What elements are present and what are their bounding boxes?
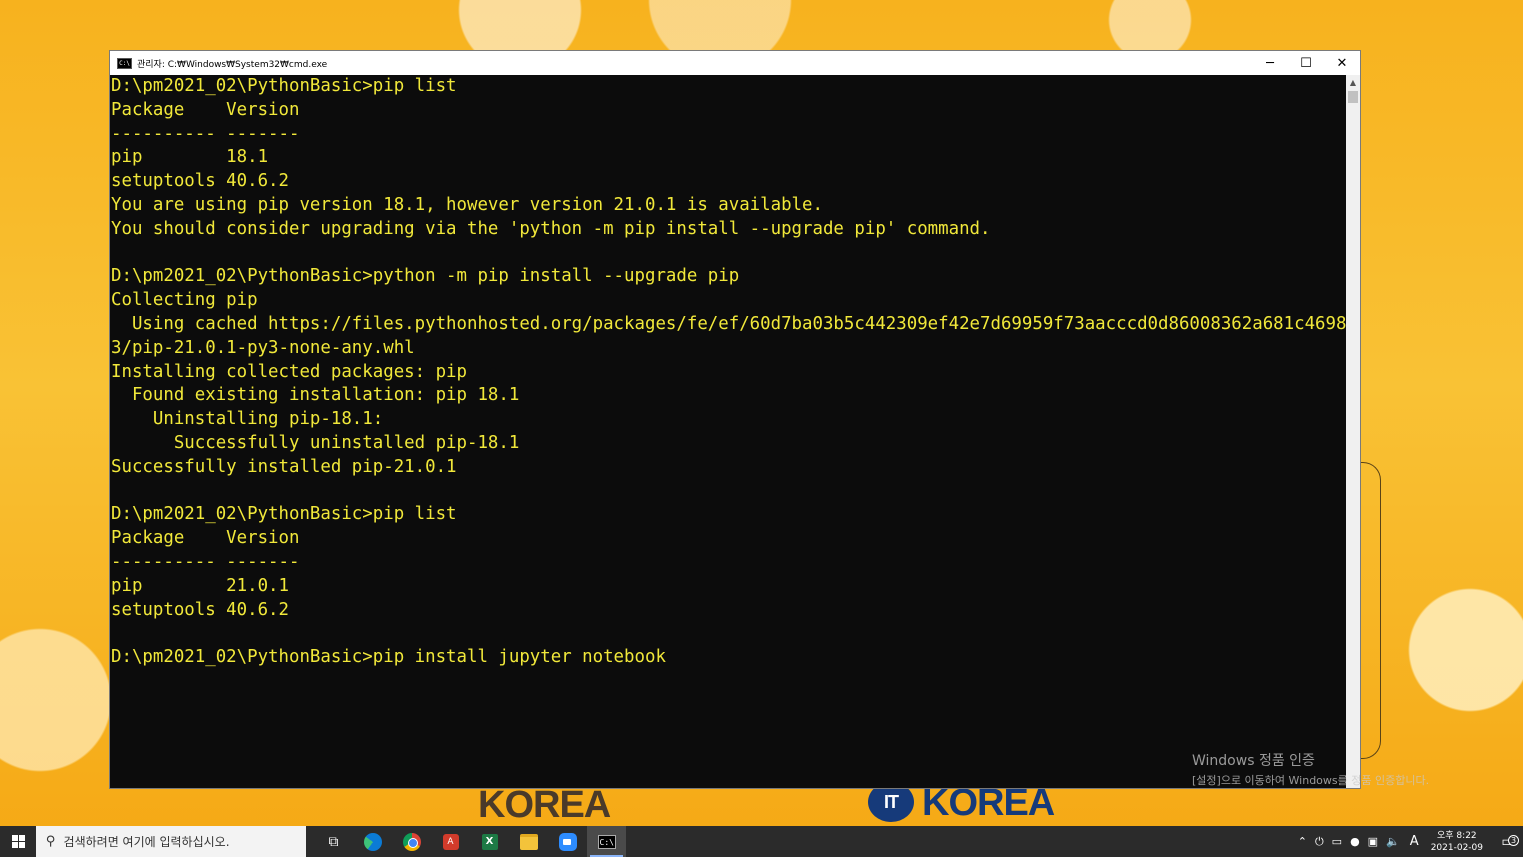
console-line: D:\pm2021_02\PythonBasic>pip list <box>111 504 457 525</box>
console-line: Package Version <box>111 528 300 549</box>
maximize-button[interactable]: ☐ <box>1288 51 1324 75</box>
taskbar: ⚲ 검색하려면 여기에 입력하십시오. ⧉ A X C:\ ⌃ ⏻ ▭ ● ▣ … <box>0 826 1523 857</box>
clock-date: 2021-02-09 <box>1430 842 1483 853</box>
console-line: Found existing installation: pip 18.1 <box>111 385 520 406</box>
console-line: ---------- ------- <box>111 551 300 572</box>
chrome-icon <box>402 832 421 851</box>
console-line: You should consider upgrading via the 'p… <box>111 218 991 239</box>
zoom-icon <box>558 832 577 851</box>
cmd-window-icon[interactable]: C:\ <box>117 57 132 69</box>
scroll-up-arrow-icon[interactable]: ▲ <box>1346 75 1360 89</box>
windows-logo-icon <box>11 835 25 848</box>
console-line: Successfully installed pip-21.0.1 <box>111 456 457 477</box>
watermark-subtitle: [설정]으로 이동하여 Windows를 정품 인증합니다. <box>1192 774 1430 787</box>
console-line: pip 18.1 <box>111 147 269 168</box>
cmd-window[interactable]: C:\ 관리자: C:₩Windows₩System32₩cmd.exe ─ ☐… <box>109 50 1361 789</box>
task-view-button[interactable]: ⧉ <box>314 826 353 857</box>
console-line: Installing collected packages: pip <box>111 361 467 382</box>
network-icon[interactable]: ▣ <box>1368 835 1378 848</box>
excel-icon: X <box>481 833 498 850</box>
taskbar-app-excel[interactable]: X <box>470 826 509 857</box>
minimize-button[interactable]: ─ <box>1252 51 1288 75</box>
console-line: D:\pm2021_02\PythonBasic>python -m pip i… <box>111 266 740 287</box>
clock[interactable]: 오후 8:22 2021-02-09 <box>1431 830 1483 854</box>
taskbar-app-chrome[interactable] <box>392 826 431 857</box>
search-placeholder: 검색하려면 여기에 입력하십시오. <box>63 835 230 849</box>
console-line: setuptools 40.6.2 <box>111 599 289 620</box>
activation-watermark: Windows 정품 인증 [설정]으로 이동하여 Windows를 정품 인증… <box>1192 750 1429 788</box>
vertical-scrollbar[interactable]: ▲ <box>1346 75 1360 788</box>
console-line: Successfully uninstalled pip-18.1 <box>111 432 520 453</box>
volume-icon[interactable]: 🔈 <box>1386 835 1400 848</box>
brand-left-text: KOREA <box>478 784 611 826</box>
chevron-up-icon[interactable]: ⌃ <box>1298 835 1307 848</box>
console-line: ---------- ------- <box>111 123 300 144</box>
taskbar-app-file-explorer[interactable] <box>509 826 548 857</box>
notification-badge: 3 <box>1508 834 1519 846</box>
start-button[interactable] <box>0 826 36 857</box>
window-title: 관리자: C:₩Windows₩System32₩cmd.exe <box>137 59 328 70</box>
scroll-thumb[interactable] <box>1348 91 1358 103</box>
console-output[interactable]: D:\pm2021_02\PythonBasic>pip list Package… <box>110 75 1346 788</box>
notification-button[interactable]: ▭ 3 <box>1493 834 1523 850</box>
console-line: Uninstalling pip-18.1: <box>111 409 384 430</box>
chat-icon[interactable]: ▭ <box>1332 835 1342 848</box>
console-line: Using cached https://files.pythonhosted.… <box>111 313 1346 334</box>
ime-indicator[interactable]: A <box>1410 834 1419 849</box>
console-line: You are using pip version 18.1, however … <box>111 194 823 215</box>
task-view-icon: ⧉ <box>328 833 339 850</box>
console-line: Collecting pip <box>111 290 258 311</box>
watermark-title: Windows 정품 인증 <box>1192 753 1315 769</box>
console-line: D:\pm2021_02\PythonBasic>pip install jup… <box>111 647 666 668</box>
edge-icon <box>363 832 382 851</box>
folder-icon <box>519 833 538 850</box>
power-icon[interactable]: ⏻ <box>1315 835 1324 849</box>
system-tray: ⌃ ⏻ ▭ ● ▣ 🔈 A 오후 8:22 2021-02-09 ▭ 3 <box>1294 826 1523 857</box>
taskbar-search[interactable]: ⚲ 검색하려면 여기에 입력하십시오. <box>36 826 306 857</box>
taskbar-app-pdf[interactable]: A <box>431 826 470 857</box>
console-line: pip 21.0.1 <box>111 575 289 596</box>
close-button[interactable]: ✕ <box>1324 51 1360 75</box>
search-icon: ⚲ <box>46 834 56 849</box>
title-bar[interactable]: C:\ 관리자: C:₩Windows₩System32₩cmd.exe ─ ☐… <box>110 51 1360 75</box>
console-line: setuptools 40.6.2 <box>111 171 289 192</box>
cmd-icon: C:\ <box>597 834 616 849</box>
console-line: Package Version <box>111 99 300 120</box>
taskbar-app-zoom[interactable] <box>548 826 587 857</box>
taskbar-app-edge[interactable] <box>353 826 392 857</box>
clock-time: 오후 8:22 <box>1437 830 1477 841</box>
brand-logo-left: KOREA <box>478 784 611 827</box>
pdf-icon: A <box>442 833 459 850</box>
console-line: 3/pip-21.0.1-py3-none-any.whl <box>111 337 415 358</box>
console-line: D:\pm2021_02\PythonBasic>pip list <box>111 76 457 96</box>
zoom-tray-icon[interactable]: ● <box>1350 835 1360 848</box>
taskbar-app-cmd[interactable]: C:\ <box>587 826 626 857</box>
window-controls: ─ ☐ ✕ <box>1252 51 1360 75</box>
